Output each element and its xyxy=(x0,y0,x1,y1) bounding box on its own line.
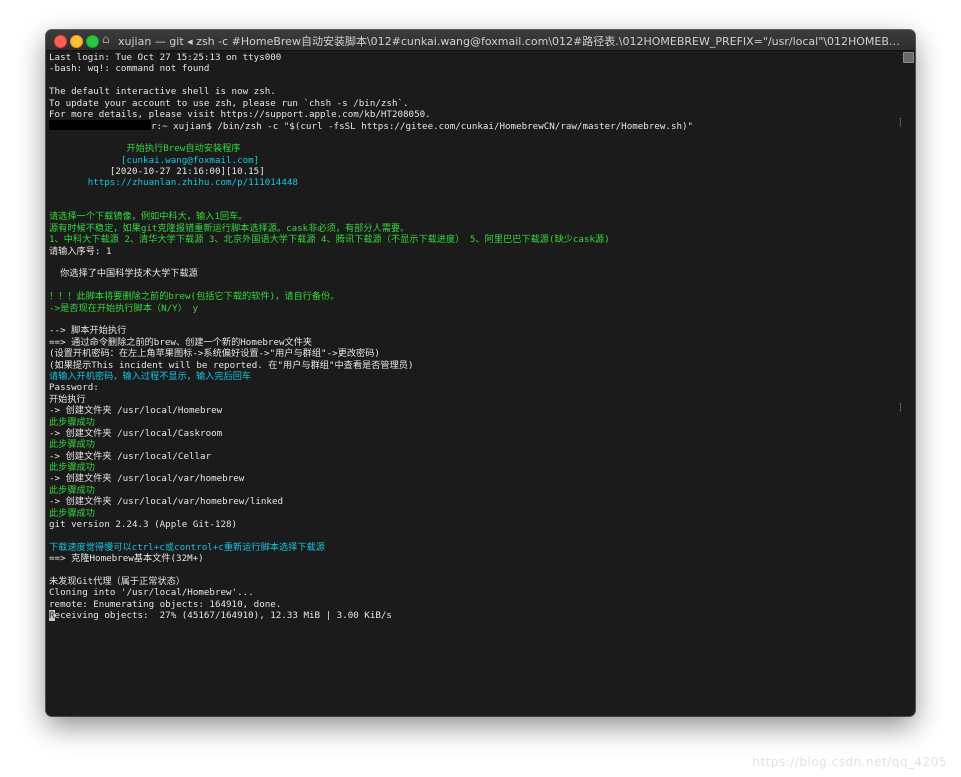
terminal-line: ！！！此脚本将要删除之前的brew(包括它下载的软件)，请自行备份。 xyxy=(49,291,340,303)
redacted-hostname xyxy=(49,120,151,131)
terminal-line: [2020-10-27 21:16:00][10.15] xyxy=(49,165,265,177)
terminal-line: https://zhuanlan.zhihu.com/p/111014448 xyxy=(49,177,298,189)
terminal-line: -> 创建文件夹 /usr/local/var/homebrew xyxy=(49,473,245,485)
terminal-line: 此步骤成功 xyxy=(49,439,95,451)
terminal-line: [cunkai.wang@foxmail.com] xyxy=(49,154,260,166)
terminal-line: -> 创建文件夹 /usr/local/Caskroom xyxy=(49,427,223,439)
terminal-line: Cloning into '/usr/local/Homebrew'... xyxy=(49,587,254,599)
terminal-line: ==> 通过命令删除之前的brew、创建一个新的Homebrew文件夹 xyxy=(49,336,313,348)
terminal-line: Password: xyxy=(49,382,99,394)
terminal-line: -> 创建文件夹 /usr/local/var/homebrew/linked xyxy=(49,496,284,508)
terminal-line: -> 创建文件夹 /usr/local/Cellar xyxy=(49,450,212,462)
terminal-line: 此步骤成功 xyxy=(49,416,95,428)
terminal-line: 源有时候不稳定，如果git克隆报错重新运行脚本选择源。cask非必须，有部分人需… xyxy=(49,222,410,234)
terminal-line: For more details, please visit https://s… xyxy=(49,108,431,120)
terminal-window: ⌂ xujian — git ◂ zsh -c #HomeBrew自动安装脚本\… xyxy=(46,30,915,716)
terminal-line: 你选择了中国科学技术大学下载源 xyxy=(49,268,198,280)
terminal-line: 下载速度觉得慢可以ctrl+c或control+c重新运行脚本选择下载源 xyxy=(49,541,325,553)
close-window-button[interactable] xyxy=(54,35,67,48)
terminal-line: 开始执行 xyxy=(49,393,86,405)
terminal-line: git version 2.24.3 (Apple Git-128) xyxy=(49,519,238,531)
terminal-line: To update your account to use zsh, pleas… xyxy=(49,97,409,109)
terminal-line: (如果提示This incident will be reported. 在"用… xyxy=(49,359,414,371)
terminal-line: 未发现Git代理（属于正常状态） xyxy=(49,575,186,587)
terminal-line: 此步骤成功 xyxy=(49,507,95,519)
window-title: xujian — git ◂ zsh -c #HomeBrew自动安装脚本\01… xyxy=(118,35,907,48)
terminal-line: -> 创建文件夹 /usr/local/Homebrew xyxy=(49,405,223,417)
title-bar[interactable]: ⌂ xujian — git ◂ zsh -c #HomeBrew自动安装脚本\… xyxy=(46,30,915,51)
watermark: https://blog.csdn.net/qq_4205 xyxy=(752,755,947,769)
terminal-line: remote: Enumerating objects: 164910, don… xyxy=(49,598,282,610)
terminal-line: (设置开机密码：在左上角苹果图标->系统偏好设置->"用户与群组"->更改密码) xyxy=(49,348,380,360)
terminal-line: 请选择一个下载镜像，例如中科大，输入1回车。 xyxy=(49,211,248,223)
terminal-line: 1、中科大下载源 2、清华大学下载源 3、北京外国语大学下载源 4、腾讯下载源（… xyxy=(49,234,610,246)
terminal-line: 开始执行Brew自动安装程序 xyxy=(49,143,241,155)
zoom-window-button[interactable] xyxy=(86,35,99,48)
home-folder-icon: ⌂ xyxy=(102,32,110,46)
terminal-output[interactable]: Last login: Tue Oct 27 15:25:13 on ttys0… xyxy=(46,51,915,716)
terminal-line: 此步骤成功 xyxy=(49,484,95,496)
terminal-line: 此步骤成功 xyxy=(49,462,95,474)
terminal-line: Last login: Tue Oct 27 15:25:13 on ttys0… xyxy=(49,52,282,63)
terminal-line-text: eceiving objects: 27% (45167/164910), 12… xyxy=(54,610,392,622)
terminal-line: r:~ xujian$ /bin/zsh -c "$(curl -fsSL ht… xyxy=(49,120,915,133)
terminal-line: Receiving objects: 27% (45167/164910), 1… xyxy=(49,610,915,622)
terminal-line-text: r:~ xujian$ /bin/zsh -c "$(curl -fsSL ht… xyxy=(151,121,694,133)
terminal-line: The default interactive shell is now zsh… xyxy=(49,86,276,98)
minimize-window-button[interactable] xyxy=(70,35,83,48)
terminal-line: 请输入序号: 1 xyxy=(49,245,112,257)
terminal-line: -bash: wq!: command not found xyxy=(49,63,210,75)
terminal-line: ->是否现在开始执行脚本（N/Y） y xyxy=(49,302,198,314)
terminal-line: ==> 克隆Homebrew基本文件(32M+) xyxy=(49,553,204,565)
terminal-line: 请输入开机密码，输入过程不显示，输入完后回车 xyxy=(49,370,252,382)
terminal-line: --> 脚本开始执行 xyxy=(49,325,127,337)
